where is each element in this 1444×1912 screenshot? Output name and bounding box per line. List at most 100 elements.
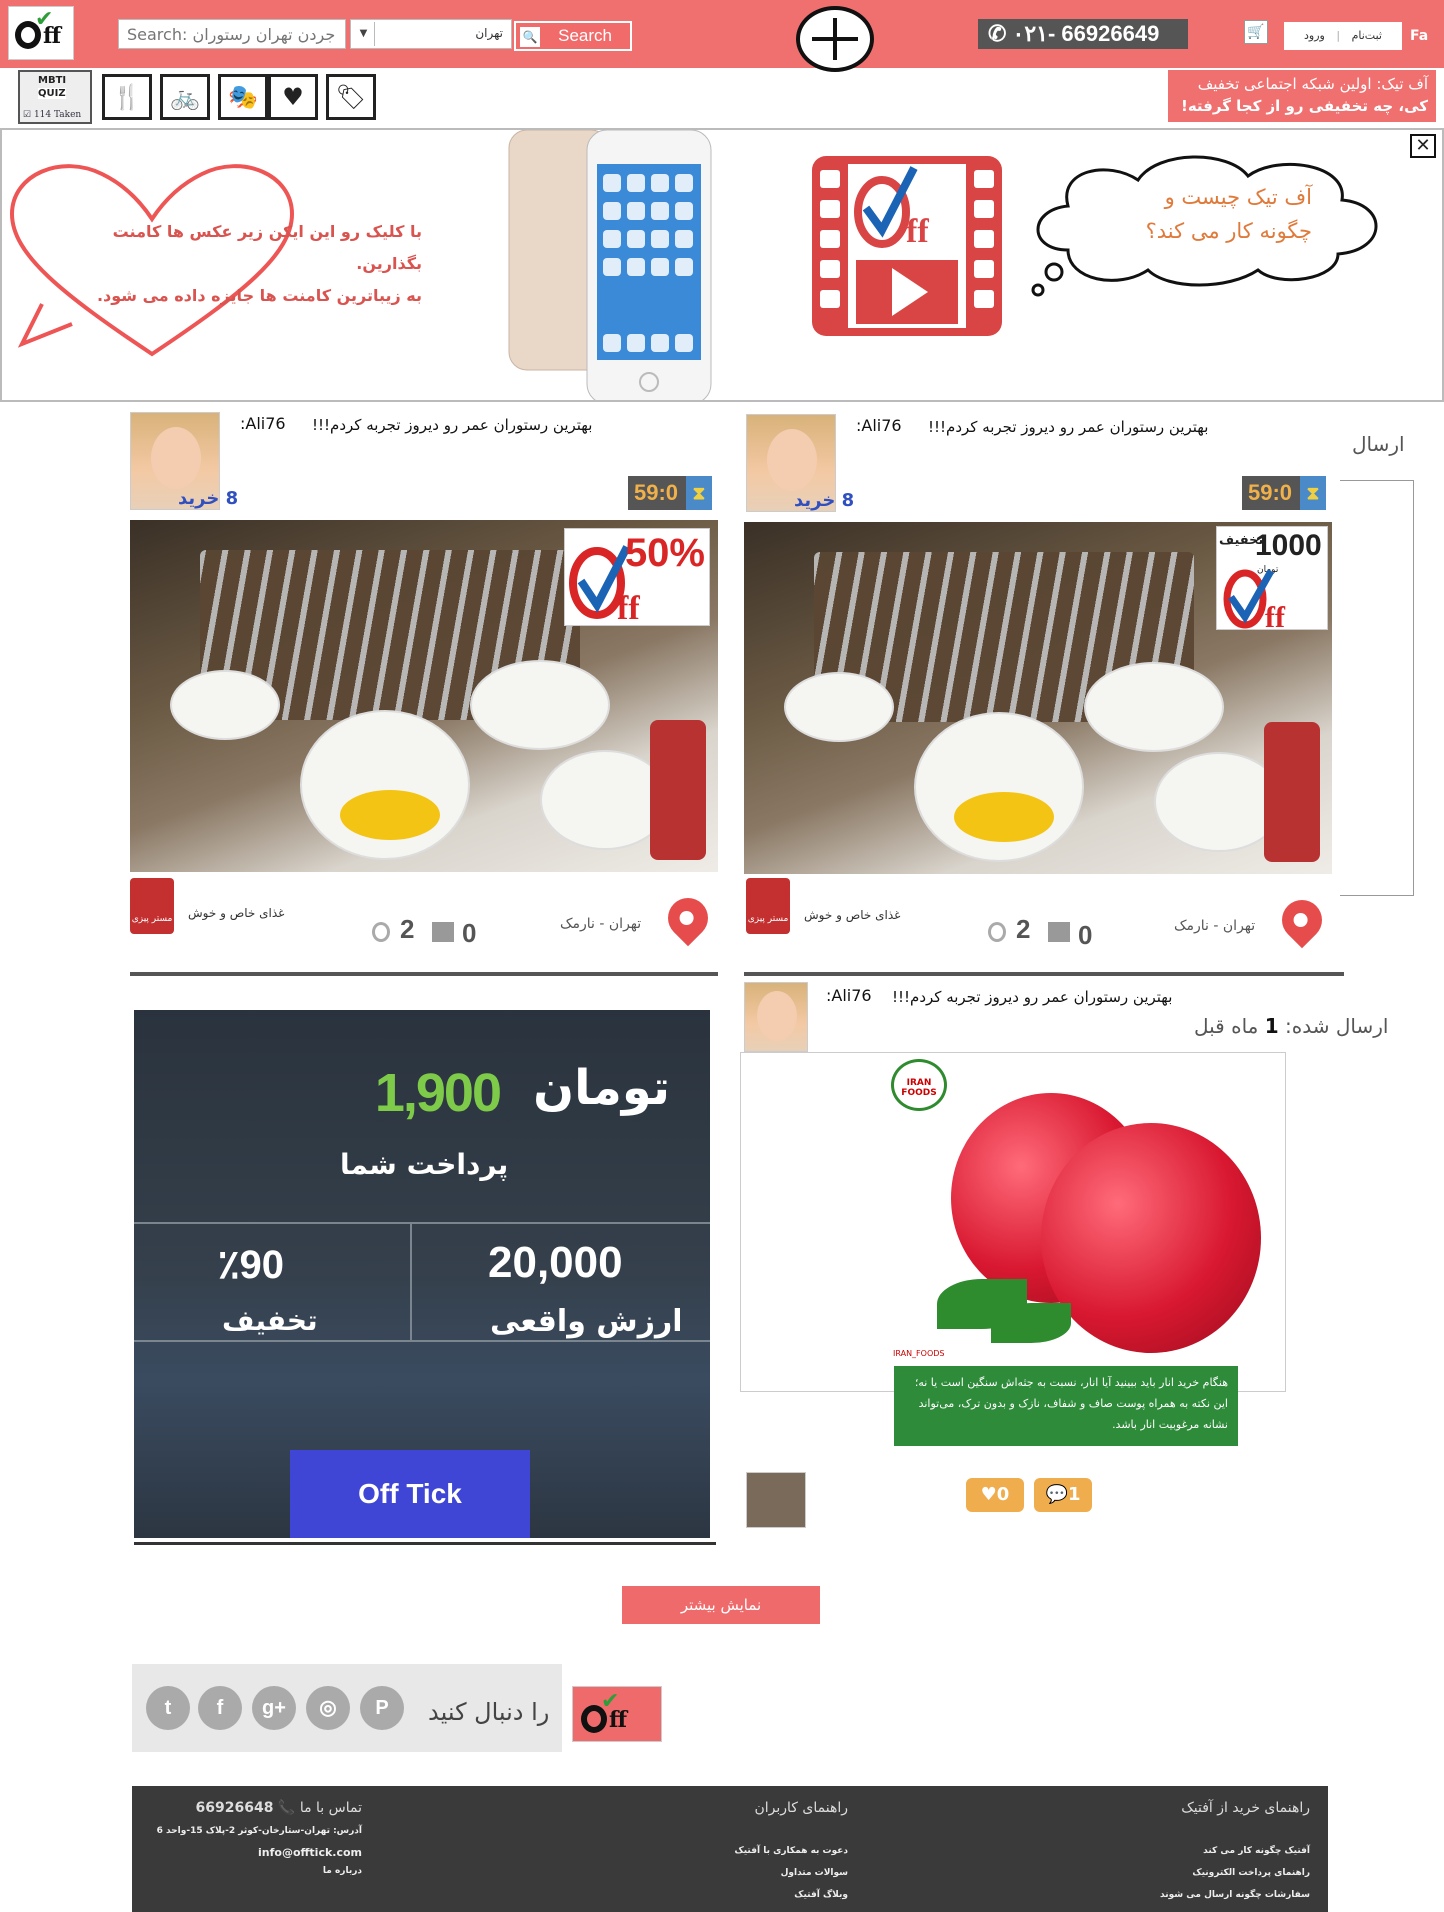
site-logo[interactable]: ff ✔	[8, 6, 74, 60]
timer-value: 59:0	[1248, 480, 1293, 505]
sent-number: 1	[1264, 1014, 1279, 1038]
discount-label: تخفیف	[1219, 533, 1264, 548]
map-pin-icon[interactable]	[659, 889, 717, 947]
google-plus-icon[interactable]: g+	[252, 1686, 296, 1730]
theatre-masks-icon[interactable]: 🎭	[218, 74, 268, 120]
what-is-offtick[interactable]: آف تیک چیست و چگونه کار می کند؟	[1082, 180, 1312, 248]
instagram-icon[interactable]: ◎	[306, 1686, 350, 1730]
like-button[interactable]: ♥0	[966, 1478, 1024, 1512]
ticker-line-1: آف تیک: اولین شبکه اجتماعی تخفیف	[1197, 75, 1428, 93]
phone-text: ۰۲۱- 66926649	[1012, 21, 1160, 46]
add-post-button[interactable]	[796, 6, 874, 72]
card-user[interactable]: Ali76:	[240, 414, 286, 433]
promo-discount-label: تخفیف	[222, 1304, 318, 1337]
city-select[interactable]: ▼ تهران	[350, 19, 512, 49]
divider	[130, 972, 718, 976]
mbti-quiz-badge[interactable]: MBTI QUIZ ☑ 114 Taken	[18, 70, 92, 124]
language-switch[interactable]: Fa	[1410, 28, 1428, 44]
bicycle-icon[interactable]: 🚲	[160, 74, 210, 120]
comment-icon[interactable]	[432, 922, 454, 942]
pinterest-icon[interactable]: P	[360, 1686, 404, 1730]
offtick-logo-icon: ff	[1223, 569, 1286, 631]
twitter-icon[interactable]: t	[146, 1686, 190, 1730]
card-user[interactable]: Ali76:	[856, 416, 902, 435]
post-comment-count: 1	[1067, 1484, 1081, 1505]
search-button-label: Search	[558, 26, 612, 45]
buy-count: 8 خرید	[178, 488, 239, 509]
footer-link[interactable]: دعوت به همکاری با آفتیک	[735, 1846, 848, 1856]
restaurant-icon[interactable]: 🍴	[102, 74, 152, 120]
footer-users-title: راهنمای کاربران	[754, 1800, 848, 1816]
close-icon[interactable]: ✕	[1410, 134, 1436, 158]
footer-link[interactable]: سوالات متداول	[781, 1868, 848, 1878]
tag-icon[interactable]: 🏷	[326, 74, 376, 120]
location-text: تهران - نارمک	[560, 916, 642, 932]
search-icon: 🔍	[520, 27, 540, 47]
avatar[interactable]	[746, 1472, 806, 1528]
show-more-button[interactable]: نمایش بیشتر	[622, 1586, 820, 1624]
cart-icon[interactable]: 🛒	[1244, 20, 1268, 44]
heart-line-2: به زیباترین کامنت ها جایزه داده می شود.	[96, 286, 422, 305]
card-comment: بهترین رستوران عمر رو دیروز تجربه کردم!!…	[312, 416, 593, 434]
search-input[interactable]	[118, 19, 346, 49]
video-play-icon[interactable]: ff	[812, 156, 1002, 336]
discount-amount: 1000	[1255, 529, 1322, 562]
post-caption: هنگام خرید انار باید ببینید آیا انار، نس…	[894, 1366, 1238, 1446]
auth-links: ثبت‌نام | ورود	[1284, 22, 1402, 50]
post-user[interactable]: Ali76:	[826, 986, 872, 1005]
footer-link[interactable]: آفتیک چگونه کار می کند	[1203, 1846, 1310, 1856]
chevron-down-icon: ▼	[353, 22, 375, 46]
svg-text:ff: ff	[617, 590, 640, 623]
store-name: مستر پیزی	[747, 914, 789, 924]
discount-badge: 1000 تخفیف تومان ff	[1216, 526, 1328, 631]
countdown-timer: 59:0 ⧗	[628, 476, 712, 510]
divider	[744, 972, 1344, 976]
map-pin-icon[interactable]	[1273, 891, 1331, 949]
quiz-subtitle: QUIZ	[38, 88, 66, 99]
footer-phone: 66926648	[195, 1800, 274, 1816]
svg-text:ff: ff	[906, 213, 929, 250]
promo-banner: با کلیک رو این ایکن زیر عکس ها کامنت بگذ…	[0, 128, 1444, 402]
signup-link[interactable]: ثبت‌نام	[1352, 29, 1382, 42]
svg-text:ff: ff	[1265, 601, 1286, 631]
avatar[interactable]	[744, 982, 808, 1052]
comment-icon[interactable]	[1048, 922, 1070, 942]
cloud-line-1: آف تیک چیست و	[1164, 185, 1312, 209]
comment-count: 0	[462, 918, 477, 948]
footer-guide-title: راهنمای خرید از آفتیک	[1181, 1800, 1310, 1816]
footer-link[interactable]: وبلاگ آفتیک	[794, 1890, 848, 1900]
offtick-button[interactable]: Off Tick	[290, 1450, 530, 1538]
footer-about-link[interactable]: درباره ما	[323, 1866, 362, 1876]
discount-percent: 50%	[624, 531, 705, 575]
quiz-taken: ☑ 114 Taken	[23, 110, 82, 120]
heartbeat-icon[interactable]: ♥	[268, 74, 318, 120]
search-button[interactable]: 🔍 Search	[514, 21, 632, 51]
hourglass-icon: ⧗	[686, 476, 712, 510]
post-handle: IRAN_FOODS	[893, 1349, 945, 1358]
promo-card[interactable]: 1,900 تومان پرداخت شما ٪90 تخفیف 20,000 …	[134, 1010, 710, 1538]
sent-time: ارسال شده: 1 ماه قبل	[1194, 1014, 1388, 1038]
store-logo[interactable]: مستر پیزی	[746, 878, 790, 934]
news-ticker: آف تیک: اولین شبکه اجتماعی تخفیف کی، چه …	[1168, 70, 1436, 122]
footer-link[interactable]: راهنمای پرداخت الکترونیک	[1192, 1868, 1310, 1878]
store-logo[interactable]: مستر پیزی	[130, 878, 174, 934]
buy-count: 8 خرید	[794, 490, 855, 511]
view-count: 2	[400, 914, 415, 944]
footer-email[interactable]: info@offtick.com	[258, 1846, 362, 1859]
post-comment-button[interactable]: 💬1	[1034, 1478, 1092, 1512]
heart-line-1: با کلیک رو این ایکن زیر عکس ها کامنت بگذ…	[112, 222, 422, 273]
login-link[interactable]: ورود	[1304, 29, 1325, 42]
send-label: ارسال	[1352, 432, 1405, 456]
phone-icon: ✆	[988, 21, 1013, 46]
store-description: غذای خاص و خوش	[188, 906, 285, 920]
card-comment: بهترین رستوران عمر رو دیروز تجربه کردم!!…	[928, 418, 1209, 436]
follow-text: را دنبال کنید	[428, 1698, 550, 1726]
phone-number: ✆ ۰۲۱- 66926649	[978, 19, 1188, 49]
post-image[interactable]: IRAN FOODS IRAN_FOODS	[740, 1052, 1286, 1392]
footer-logo[interactable]: ff ✔	[572, 1686, 662, 1742]
footer-link[interactable]: سفارشات چگونه ارسال می شوند	[1160, 1890, 1310, 1900]
divider	[134, 1542, 716, 1545]
facebook-icon[interactable]: f	[198, 1686, 242, 1730]
contact-label: تماس با ما	[299, 1800, 362, 1816]
footer-address: آدرس: تهران-ستارخان-کوثر 2-پلاک 15-واحد …	[156, 1826, 362, 1836]
